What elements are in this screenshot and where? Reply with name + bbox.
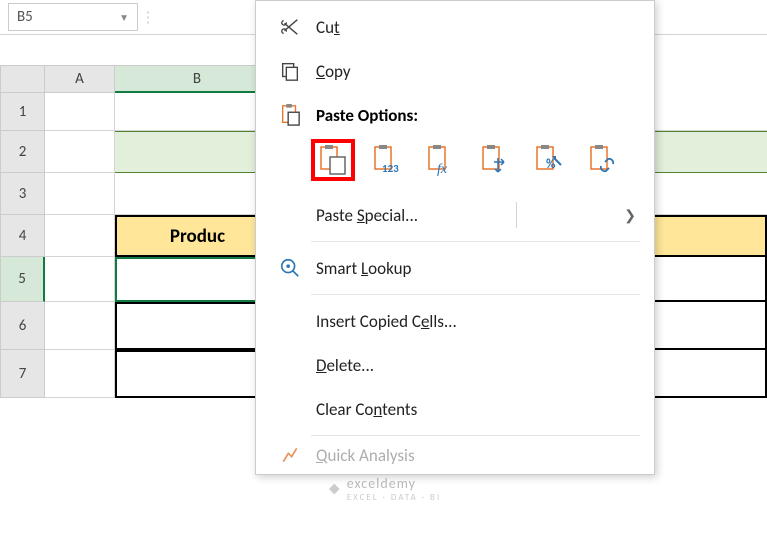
menu-cut[interactable]: Cut [256,5,654,49]
watermark: exceldemy EXCEL · DATA · BI [326,475,441,503]
menu-separator-2 [311,294,640,295]
menu-quick-analysis[interactable]: Quick Analysis [256,440,654,470]
menu-quick-analysis-label: Quick Analysis [316,445,415,466]
select-all-corner[interactable] [0,65,45,93]
row-header-3[interactable]: 3 [0,173,45,215]
menu-separator-3 [311,435,640,436]
watermark-icon [326,481,342,497]
chevron-right-icon: ❯ [624,207,636,224]
menu-copy-label: Copy [316,61,351,82]
cell-a6[interactable] [45,302,115,350]
context-menu: Cut Copy Paste Options: 123 fx [255,0,655,475]
menu-separator-1 [311,241,640,242]
paste-option-formatting[interactable]: % [527,139,571,181]
cell-a1[interactable] [45,93,115,131]
name-box-dropdown-icon[interactable]: ▼ [119,11,129,24]
right-cells [650,93,767,398]
watermark-brand: exceldemy [347,475,441,492]
column-header-a[interactable]: A [45,65,115,93]
menu-smart-lookup-label: Smart Lookup [316,258,411,279]
name-box[interactable]: B5 ▼ [8,3,138,31]
row-header-6[interactable]: 6 [0,302,45,350]
watermark-tagline: EXCEL · DATA · BI [347,492,441,503]
column-headers: A B [0,65,280,93]
row-header-2[interactable]: 2 [0,131,45,173]
svg-text:fx: fx [437,162,448,176]
svg-text:123: 123 [382,162,399,175]
menu-smart-lookup[interactable]: Smart Lookup [256,246,654,290]
row-header-7[interactable]: 7 [0,350,45,398]
smart-lookup-icon [274,257,306,279]
menu-paste-special[interactable]: Paste Special... ❯ [256,193,654,237]
paste-options-label: Paste Options: [316,105,418,126]
menu-delete-label: Delete... [316,355,374,376]
paste-options-row: 123 fx % [256,133,654,193]
menu-cut-label: Cut [316,17,340,38]
row-header-4[interactable]: 4 [0,215,45,257]
paste-option-link[interactable] [581,139,625,181]
paste-option-paste[interactable] [311,139,355,181]
paste-option-formulas[interactable]: fx [419,139,463,181]
menu-insert-copied[interactable]: Insert Copied Cells... [256,299,654,343]
excel-window: B5 ▼ ⋮ A B 1 2 3 4 5 6 7 [0,0,767,533]
menu-copy[interactable]: Copy [256,49,654,93]
menu-paste-options-header: Paste Options: [256,93,654,133]
cell-a4[interactable] [45,215,115,257]
menu-delete[interactable]: Delete... [256,343,654,387]
cell-a5[interactable] [45,257,115,302]
row-header-1[interactable]: 1 [0,93,45,131]
cell-a7[interactable] [45,350,115,398]
cell-a3[interactable] [45,173,115,215]
menu-clear-contents[interactable]: Clear Contents [256,387,654,431]
formula-bar-separator: ⋮ [138,8,158,27]
copy-icon [274,60,306,82]
menu-clear-contents-label: Clear Contents [316,399,417,420]
clipboard-icon [274,103,306,127]
row-headers: 1 2 3 4 5 6 7 [0,93,45,398]
name-box-value: B5 [17,8,33,26]
menu-paste-special-label: Paste Special... [316,205,418,226]
row-header-5[interactable]: 5 [0,257,45,302]
quick-analysis-icon [274,445,306,465]
menu-insert-copied-label: Insert Copied Cells... [316,311,457,332]
paste-option-values[interactable]: 123 [365,139,409,181]
paste-option-transpose[interactable] [473,139,517,181]
scissors-icon [274,16,306,38]
cell-a2[interactable] [45,131,115,173]
